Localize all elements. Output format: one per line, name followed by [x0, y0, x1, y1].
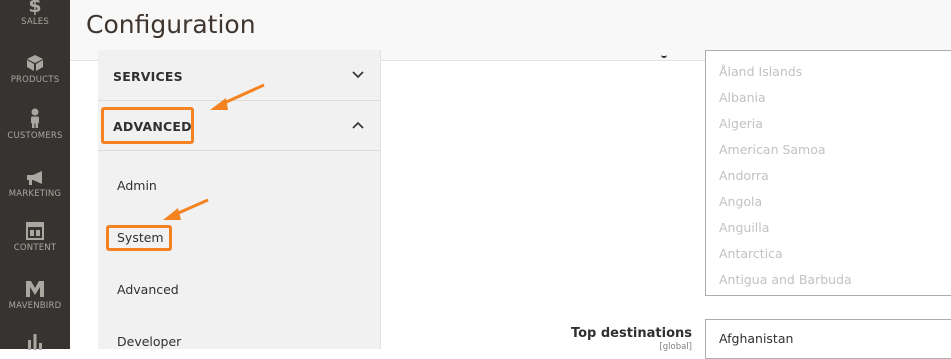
system-highlight-box [106, 225, 172, 251]
chevron-down-icon [352, 71, 364, 79]
country-option[interactable]: American Samoa [719, 142, 826, 157]
cube-icon [27, 55, 43, 71]
nav-label: Marketing [8, 189, 62, 199]
country-option[interactable]: Andorra [719, 168, 769, 183]
nav-label: Products [10, 75, 60, 85]
country-option[interactable]: Algeria [719, 116, 763, 131]
admin-sidebar: $ Sales Products Customers Marketing [0, 0, 70, 350]
nav-item-content[interactable]: Content [0, 222, 70, 253]
nav-item-customers[interactable]: Customers [0, 108, 70, 141]
annotation-arrow [163, 198, 209, 220]
nav-label: Sales [21, 17, 49, 27]
truncated-label [661, 52, 667, 58]
dollar-icon: $ [28, 0, 42, 17]
annotation-arrow [210, 83, 265, 110]
nav-item-mavenbird[interactable]: Mavenbird [0, 280, 70, 311]
tab-item-developer[interactable]: Developer [117, 334, 181, 349]
top-destinations-label: Top destinations [570, 326, 692, 341]
nav-item-sales[interactable]: $ Sales [0, 0, 70, 27]
country-multiselect[interactable]: Åland Islands Albania Algeria American S… [705, 50, 951, 296]
layout-icon [26, 222, 44, 240]
country-option[interactable]: Antarctica [719, 246, 783, 261]
nav-item-products[interactable]: Products [0, 54, 70, 85]
country-option[interactable]: Angola [719, 194, 762, 209]
tab-item-advanced[interactable]: Advanced [117, 282, 179, 297]
country-option[interactable]: Anguilla [719, 220, 769, 235]
tab-section-label: SERVICES [113, 69, 183, 84]
nav-label: Content [13, 243, 57, 253]
person-icon [31, 108, 39, 128]
country-option[interactable]: Afghanistan [719, 331, 793, 346]
country-option[interactable]: Albania [719, 90, 766, 105]
nav-item-reports[interactable] [0, 332, 70, 350]
page-title: Configuration [86, 10, 256, 39]
chevron-up-icon [352, 121, 364, 129]
bar-chart-icon [28, 334, 42, 350]
country-option[interactable]: Åland Islands [719, 64, 802, 79]
top-destinations-multiselect[interactable]: Afghanistan [705, 319, 951, 359]
tab-item-admin[interactable]: Admin [117, 178, 157, 193]
country-option[interactable]: Antigua and Barbuda [719, 272, 852, 287]
mavenbird-logo-icon [26, 281, 44, 297]
advanced-highlight-box [101, 107, 194, 144]
megaphone-icon [27, 171, 42, 185]
scope-label: [global] [659, 342, 692, 352]
nav-label: Mavenbird [8, 301, 62, 311]
nav-item-marketing[interactable]: Marketing [0, 170, 70, 199]
nav-label: Customers [7, 131, 63, 141]
